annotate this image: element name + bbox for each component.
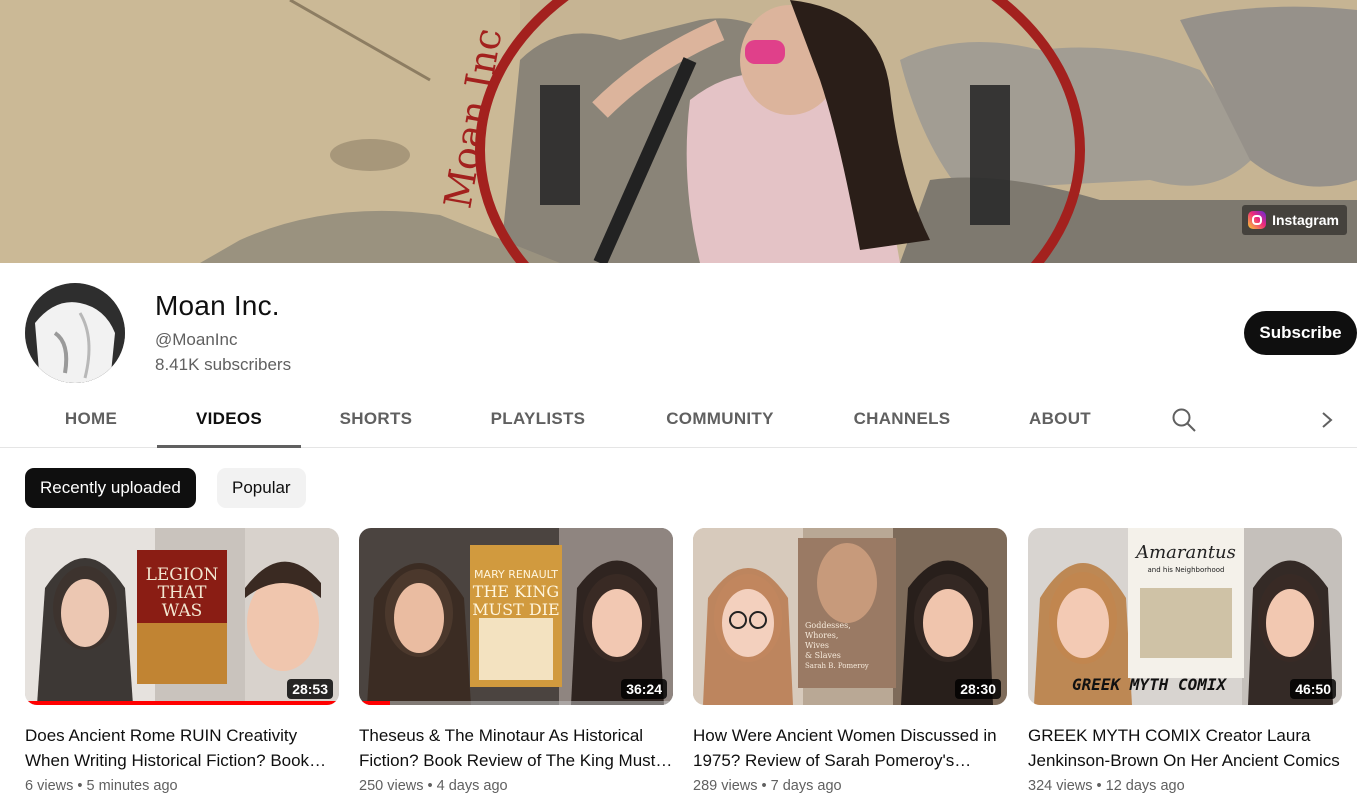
book-title-line: Goddesses,	[805, 621, 851, 630]
progress-track	[359, 701, 673, 705]
book-subtitle: and his Neighborhood	[1148, 566, 1225, 574]
tab-playlists[interactable]: PLAYLISTS	[473, 392, 603, 448]
channel-handle: @MoanInc	[155, 330, 238, 349]
channel-tabs: HOME VIDEOS SHORTS PLAYLISTS COMMUNITY C…	[0, 392, 1357, 448]
subscriber-count: 8.41K subscribers	[155, 355, 292, 374]
tab-channels[interactable]: CHANNELS	[835, 392, 969, 448]
video-meta: 324 views • 12 days ago	[1028, 778, 1342, 794]
view-count: 324 views	[1028, 778, 1093, 794]
tab-community[interactable]: COMMUNITY	[648, 392, 792, 448]
video-thumbnail[interactable]: Amarantus and his Neighborhood GREEK MYT…	[1028, 528, 1342, 705]
channel-avatar[interactable]	[25, 283, 125, 383]
instagram-link[interactable]: Instagram	[1242, 205, 1347, 235]
video-duration: 28:30	[955, 679, 1001, 699]
meta-separator: •	[761, 778, 771, 794]
chip-recently-uploaded[interactable]: Recently uploaded	[25, 468, 196, 508]
book-title-line: Amarantus	[1134, 542, 1236, 563]
video-thumbnail[interactable]: MARY RENAULT THE KING MUST DIE 36:24	[359, 528, 673, 705]
watch-progress	[359, 701, 391, 705]
video-title[interactable]: How Were Ancient Women Discussed in 1975…	[693, 723, 1007, 773]
watch-progress	[25, 701, 339, 705]
view-count: 6 views	[25, 778, 74, 794]
book-author: MARY RENAULT	[474, 568, 558, 581]
video-card[interactable]: LEGION THAT WAS 28:53 Does Ancient Rome …	[25, 528, 339, 794]
book-title-line: LEGION	[146, 565, 219, 585]
meta-separator: •	[1096, 778, 1106, 794]
video-title[interactable]: GREEK MYTH COMIX Creator Laura Jenkinson…	[1028, 723, 1342, 773]
banner-artwork: Moan Inc	[0, 0, 1357, 263]
book-title-line: WAS	[162, 601, 203, 621]
book-title-line: Wives	[805, 641, 829, 650]
view-count: 250 views	[359, 778, 424, 794]
chevron-right-icon[interactable]	[1315, 406, 1339, 434]
video-title[interactable]: Theseus & The Minotaur As Historical Fic…	[359, 723, 673, 773]
video-duration: 36:24	[621, 679, 667, 699]
book-title-line: THAT	[158, 583, 208, 603]
video-meta: 250 views • 4 days ago	[359, 778, 673, 794]
video-card[interactable]: MARY RENAULT THE KING MUST DIE 36:24 The…	[359, 528, 673, 794]
upload-age: 5 minutes ago	[86, 778, 178, 794]
video-thumbnail[interactable]: Goddesses, Whores, Wives & Slaves Sarah …	[693, 528, 1007, 705]
video-meta: 289 views • 7 days ago	[693, 778, 1007, 794]
book-title-line: MUST DIE	[472, 600, 559, 619]
meta-separator: •	[427, 778, 437, 794]
instagram-link-label: Instagram	[1272, 212, 1339, 228]
video-card[interactable]: Amarantus and his Neighborhood GREEK MYT…	[1028, 528, 1342, 794]
upload-age: 12 days ago	[1105, 778, 1185, 794]
search-icon[interactable]	[1170, 406, 1198, 434]
book-author: Sarah B. Pomeroy	[805, 662, 869, 670]
chip-popular[interactable]: Popular	[217, 468, 306, 508]
channel-banner: Moan Inc Instagram	[0, 0, 1357, 263]
instagram-icon	[1248, 211, 1267, 229]
book-title-line: THE KING	[473, 582, 559, 601]
video-meta: 6 views • 5 minutes ago	[25, 778, 339, 794]
video-thumbnail[interactable]: LEGION THAT WAS 28:53	[25, 528, 339, 705]
video-duration: 46:50	[1290, 679, 1336, 699]
tab-home[interactable]: HOME	[40, 392, 142, 448]
upload-age: 4 days ago	[436, 778, 508, 794]
avatar-image	[25, 283, 125, 383]
book-title-line: & Slaves	[805, 651, 841, 660]
tab-about[interactable]: ABOUT	[1013, 392, 1107, 448]
video-card[interactable]: Goddesses, Whores, Wives & Slaves Sarah …	[693, 528, 1007, 794]
meta-separator: •	[77, 778, 87, 794]
view-count: 289 views	[693, 778, 758, 794]
video-duration: 28:53	[287, 679, 333, 699]
comic-brand: GREEK MYTH COMIX	[1072, 675, 1227, 694]
channel-name: Moan Inc.	[155, 290, 280, 321]
video-title[interactable]: Does Ancient Rome RUIN Creativity When W…	[25, 723, 339, 773]
tab-shorts[interactable]: SHORTS	[322, 392, 430, 448]
book-title-line: Whores,	[805, 631, 838, 640]
tab-videos[interactable]: VIDEOS	[157, 392, 301, 448]
subscribe-button[interactable]: Subscribe	[1244, 311, 1357, 355]
upload-age: 7 days ago	[770, 778, 842, 794]
